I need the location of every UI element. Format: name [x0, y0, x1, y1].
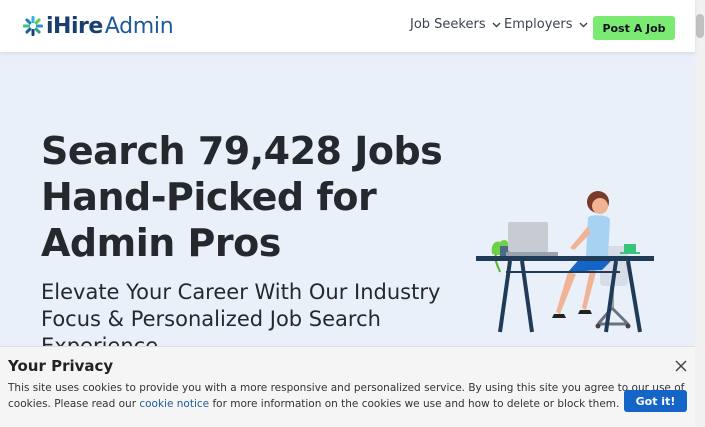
close-icon[interactable] [674, 359, 688, 373]
cookie-text-line: This site uses cookies to provide you wi… [8, 382, 685, 394]
post-a-job-button[interactable]: Post A Job [593, 16, 675, 40]
site-header: iHire Admin Job Seekers Employers Post A… [0, 0, 695, 52]
cookie-title: Your Privacy [8, 357, 114, 375]
hero-title-line: Hand-Picked for [41, 175, 377, 219]
cookie-text: This site uses cookies to provide you wi… [8, 380, 685, 412]
hero-subtitle-line: Focus & Personalized Job Search [41, 307, 381, 331]
scrollbar-track[interactable] [695, 0, 705, 427]
site-logo[interactable]: iHire Admin [22, 12, 174, 40]
hero-title-line: Search 79,428 Jobs [41, 129, 443, 173]
cookie-notice-link[interactable]: cookie notice [139, 398, 209, 410]
ihire-logo-icon [23, 16, 43, 36]
logo-admin-text: Admin [104, 13, 174, 39]
chevron-down-icon [579, 22, 588, 27]
got-it-button[interactable]: Got it! [624, 390, 687, 412]
cookie-banner: Your Privacy This site uses cookies to p… [0, 346, 695, 427]
nav-job-seekers-label: Job Seekers [410, 17, 486, 32]
cookie-text-after-link: for more information on the cookies we u… [209, 398, 620, 410]
hero-title: Search 79,428 Jobs Hand-Picked for Admin… [41, 128, 443, 266]
chevron-down-icon [492, 22, 501, 27]
nav-employers[interactable]: Employers [504, 17, 588, 32]
nav-employers-label: Employers [504, 17, 573, 32]
logo-ihire-text: iHire [46, 13, 103, 39]
nav-job-seekers[interactable]: Job Seekers [410, 17, 501, 32]
hero-subtitle-line: Elevate Your Career With Our Industry [41, 280, 441, 304]
scrollbar-thumb[interactable] [696, 14, 704, 38]
cookie-text-line: cookies. Please read our cookie notice f… [8, 396, 619, 412]
cookie-text-before-link: cookies. Please read our [8, 398, 140, 410]
hero-title-line: Admin Pros [41, 221, 281, 265]
woman-at-desk-illustration [476, 191, 654, 333]
